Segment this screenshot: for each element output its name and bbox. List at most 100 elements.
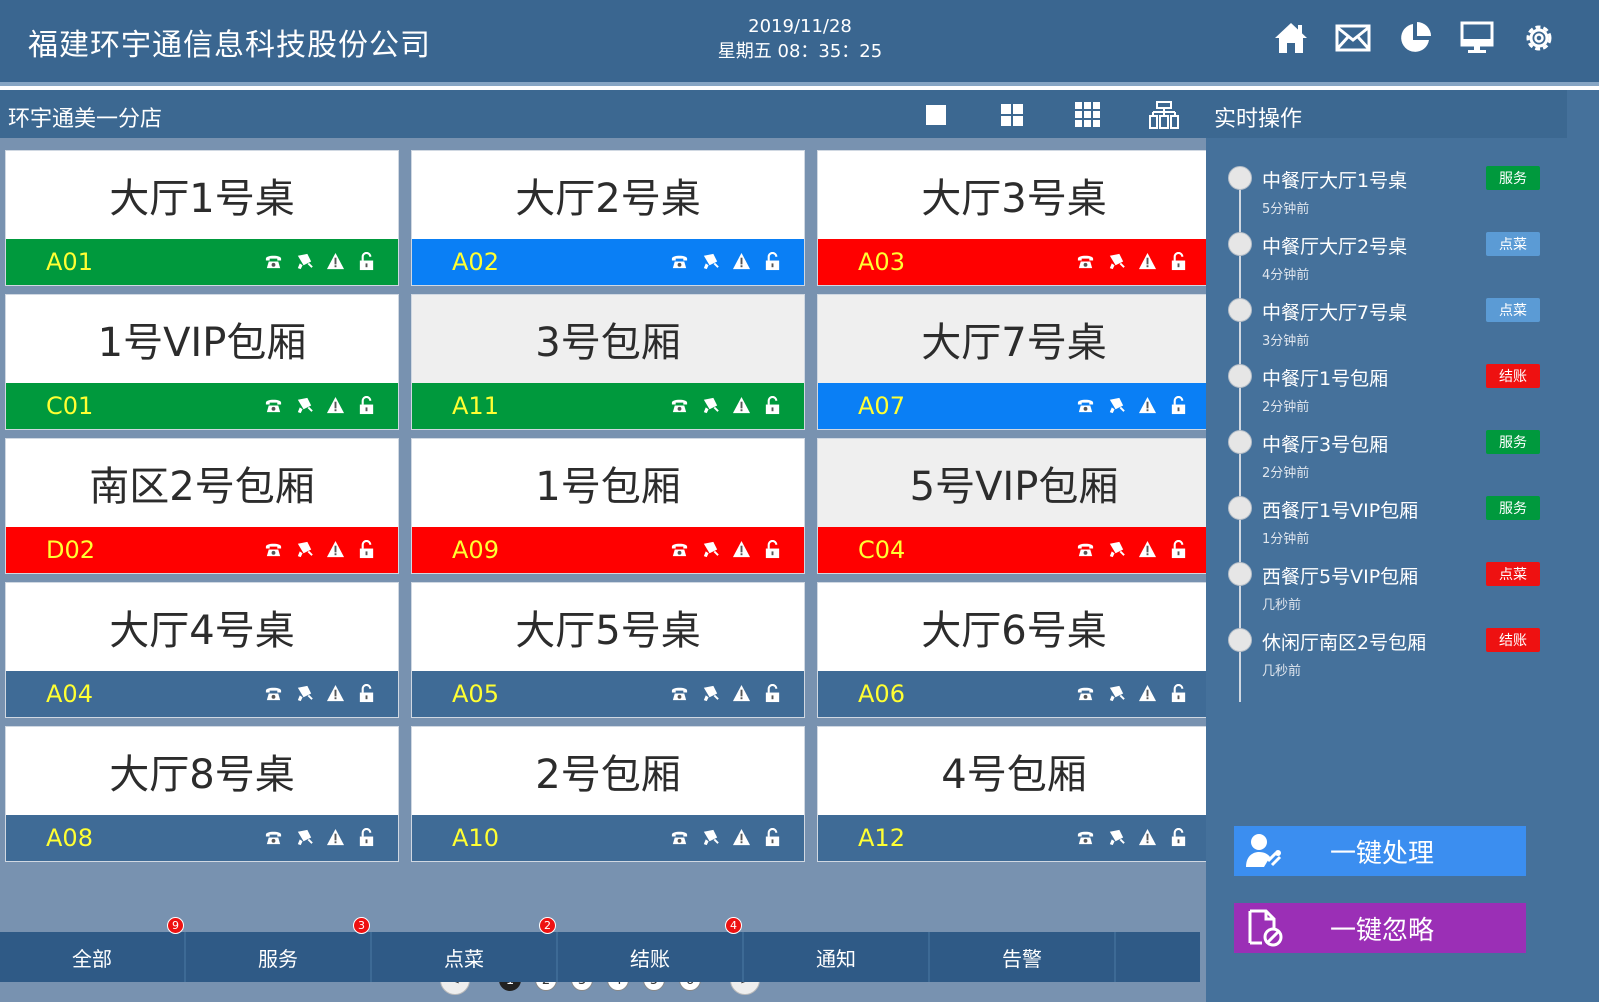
warning-icon[interactable] — [1138, 828, 1157, 847]
unlock-icon[interactable] — [1169, 252, 1188, 271]
filter-tab[interactable]: 通知 — [744, 932, 930, 982]
unlock-icon[interactable] — [763, 684, 782, 703]
phone-icon[interactable] — [264, 684, 283, 703]
event-tag[interactable]: 点菜 — [1486, 232, 1540, 256]
phone-icon[interactable] — [670, 828, 689, 847]
table-card[interactable]: 4号包厢 A12 — [817, 726, 1211, 862]
unlock-icon[interactable] — [357, 252, 376, 271]
filter-tab[interactable]: 结账 4 — [558, 917, 744, 982]
warning-icon[interactable] — [326, 252, 345, 271]
bell-icon[interactable] — [1107, 540, 1126, 559]
table-card[interactable]: 大厅8号桌 A08 — [5, 726, 399, 862]
table-card[interactable]: 5号VIP包厢 C04 — [817, 438, 1211, 574]
bell-icon[interactable] — [701, 252, 720, 271]
home-icon[interactable] — [1271, 18, 1311, 58]
phone-icon[interactable] — [264, 252, 283, 271]
phone-icon[interactable] — [1076, 828, 1095, 847]
warning-icon[interactable] — [326, 396, 345, 415]
unlock-icon[interactable] — [1169, 684, 1188, 703]
event-item[interactable]: 中餐厅大厅1号桌 5分钟前 服务 — [1226, 160, 1556, 226]
table-card[interactable]: 大厅4号桌 A04 — [5, 582, 399, 718]
event-tag[interactable]: 结账 — [1486, 364, 1540, 388]
warning-icon[interactable] — [326, 684, 345, 703]
warning-icon[interactable] — [326, 540, 345, 559]
phone-icon[interactable] — [670, 684, 689, 703]
filter-tab[interactable]: 告警 — [930, 932, 1116, 982]
phone-icon[interactable] — [1076, 396, 1095, 415]
handle-all-button[interactable]: 一键处理 — [1234, 826, 1526, 876]
bell-icon[interactable] — [295, 396, 314, 415]
phone-icon[interactable] — [670, 252, 689, 271]
event-tag[interactable]: 服务 — [1486, 166, 1540, 190]
warning-icon[interactable] — [732, 252, 751, 271]
bell-icon[interactable] — [701, 828, 720, 847]
single-view-icon[interactable] — [920, 100, 952, 130]
bell-icon[interactable] — [1107, 252, 1126, 271]
unlock-icon[interactable] — [357, 828, 376, 847]
pie-chart-icon[interactable] — [1395, 18, 1435, 58]
table-card[interactable]: 大厅3号桌 A03 — [817, 150, 1211, 286]
unlock-icon[interactable] — [763, 396, 782, 415]
table-card[interactable]: 大厅2号桌 A02 — [411, 150, 805, 286]
event-item[interactable]: 中餐厅大厅2号桌 4分钟前 点菜 — [1226, 226, 1556, 292]
unlock-icon[interactable] — [357, 540, 376, 559]
phone-icon[interactable] — [1076, 540, 1095, 559]
mail-icon[interactable] — [1333, 18, 1373, 58]
warning-icon[interactable] — [326, 828, 345, 847]
warning-icon[interactable] — [732, 684, 751, 703]
grid-2x2-icon[interactable] — [996, 100, 1028, 130]
filter-tab[interactable]: 点菜 2 — [372, 917, 558, 982]
grid-3x3-icon[interactable] — [1072, 100, 1104, 130]
warning-icon[interactable] — [732, 396, 751, 415]
table-card[interactable]: 南区2号包厢 D02 — [5, 438, 399, 574]
warning-icon[interactable] — [732, 540, 751, 559]
unlock-icon[interactable] — [1169, 828, 1188, 847]
bell-icon[interactable] — [701, 540, 720, 559]
event-tag[interactable]: 点菜 — [1486, 298, 1540, 322]
event-tag[interactable]: 服务 — [1486, 496, 1540, 520]
event-item[interactable]: 休闲厅南区2号包厢 几秒前 结账 — [1226, 622, 1556, 688]
phone-icon[interactable] — [1076, 684, 1095, 703]
phone-icon[interactable] — [264, 540, 283, 559]
event-item[interactable]: 中餐厅大厅7号桌 3分钟前 点菜 — [1226, 292, 1556, 358]
warning-icon[interactable] — [1138, 252, 1157, 271]
table-card[interactable]: 大厅5号桌 A05 — [411, 582, 805, 718]
monitor-icon[interactable] — [1457, 18, 1497, 58]
phone-icon[interactable] — [264, 828, 283, 847]
warning-icon[interactable] — [1138, 684, 1157, 703]
table-card[interactable]: 2号包厢 A10 — [411, 726, 805, 862]
bell-icon[interactable] — [295, 540, 314, 559]
bell-icon[interactable] — [295, 684, 314, 703]
bell-icon[interactable] — [295, 252, 314, 271]
bell-icon[interactable] — [295, 828, 314, 847]
filter-tab[interactable]: 服务 3 — [186, 917, 372, 982]
warning-icon[interactable] — [1138, 540, 1157, 559]
table-card[interactable]: 3号包厢 A11 — [411, 294, 805, 430]
filter-tab[interactable]: 全部 9 — [0, 917, 186, 982]
ignore-all-button[interactable]: 一键忽略 — [1234, 903, 1526, 953]
event-item[interactable]: 西餐厅5号VIP包厢 几秒前 点菜 — [1226, 556, 1556, 622]
unlock-icon[interactable] — [357, 396, 376, 415]
event-tag[interactable]: 结账 — [1486, 628, 1540, 652]
phone-icon[interactable] — [1076, 252, 1095, 271]
table-card[interactable]: 大厅1号桌 A01 — [5, 150, 399, 286]
bell-icon[interactable] — [1107, 684, 1126, 703]
bell-icon[interactable] — [701, 396, 720, 415]
event-item[interactable]: 中餐厅3号包厢 2分钟前 服务 — [1226, 424, 1556, 490]
list-view-icon[interactable] — [1148, 100, 1180, 130]
unlock-icon[interactable] — [763, 252, 782, 271]
warning-icon[interactable] — [732, 828, 751, 847]
bell-icon[interactable] — [1107, 828, 1126, 847]
settings-icon[interactable] — [1519, 18, 1559, 58]
phone-icon[interactable] — [670, 540, 689, 559]
unlock-icon[interactable] — [1169, 396, 1188, 415]
unlock-icon[interactable] — [763, 540, 782, 559]
bell-icon[interactable] — [701, 684, 720, 703]
phone-icon[interactable] — [670, 396, 689, 415]
phone-icon[interactable] — [264, 396, 283, 415]
event-item[interactable]: 西餐厅1号VIP包厢 1分钟前 服务 — [1226, 490, 1556, 556]
event-item[interactable]: 中餐厅1号包厢 2分钟前 结账 — [1226, 358, 1556, 424]
warning-icon[interactable] — [1138, 396, 1157, 415]
table-card[interactable]: 1号包厢 A09 — [411, 438, 805, 574]
table-card[interactable]: 大厅6号桌 A06 — [817, 582, 1211, 718]
